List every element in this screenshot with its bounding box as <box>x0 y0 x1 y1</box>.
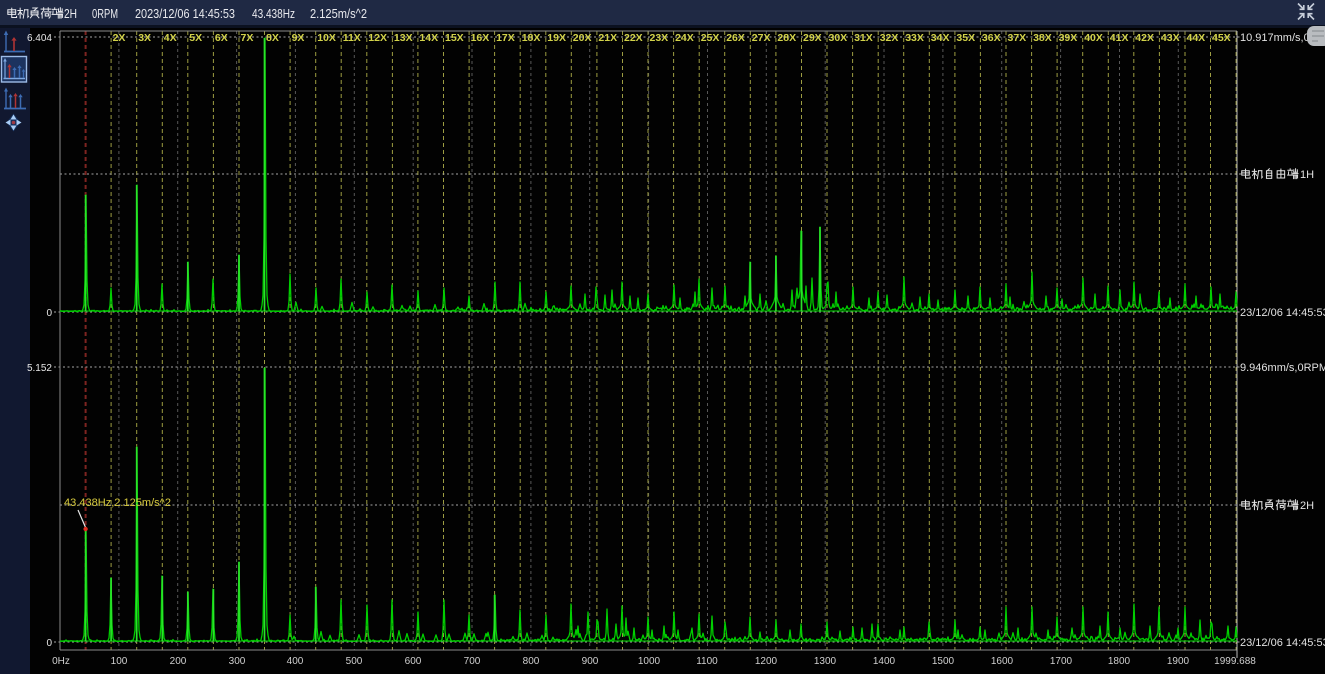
svg-text:37X: 37X <box>1008 32 1027 44</box>
svg-text:10X: 10X <box>317 32 336 44</box>
svg-text:0: 0 <box>46 638 52 649</box>
svg-text:2.125m/s^2: 2.125m/s^2 <box>310 7 367 21</box>
svg-text:2023/12/06 14:45:53: 2023/12/06 14:45:53 <box>135 7 235 21</box>
svg-text:20X: 20X <box>573 32 592 44</box>
svg-text:18X: 18X <box>522 32 541 44</box>
svg-text:25X: 25X <box>701 32 720 44</box>
svg-text:15X: 15X <box>445 32 464 44</box>
svg-text:1700: 1700 <box>1050 656 1073 667</box>
svg-text:11X: 11X <box>343 32 361 44</box>
svg-text:32X: 32X <box>880 32 899 44</box>
svg-text:43.438Hz,2.125m/s^2: 43.438Hz,2.125m/s^2 <box>64 497 171 509</box>
svg-text:1100: 1100 <box>696 656 718 667</box>
svg-text:21X: 21X <box>598 32 617 44</box>
svg-text:43X: 43X <box>1161 32 1180 44</box>
svg-text:23X: 23X <box>650 32 669 44</box>
svg-text:41X: 41X <box>1110 32 1129 44</box>
svg-text:14X: 14X <box>419 32 438 44</box>
svg-text:1300: 1300 <box>814 656 837 667</box>
svg-text:400: 400 <box>287 656 304 667</box>
svg-text:24X: 24X <box>675 32 694 44</box>
svg-text:9.946mm/s,0RPM: 9.946mm/s,0RPM <box>1240 362 1325 374</box>
svg-text:5.152: 5.152 <box>27 363 52 374</box>
svg-text:2H: 2H <box>1300 500 1314 512</box>
svg-text:1200: 1200 <box>755 656 778 667</box>
svg-text:29X: 29X <box>803 32 822 44</box>
svg-text:16X: 16X <box>471 32 490 44</box>
svg-text:900: 900 <box>582 656 599 667</box>
svg-text:7X: 7X <box>241 32 254 44</box>
svg-text:3X: 3X <box>138 32 151 44</box>
svg-text:1600: 1600 <box>991 656 1014 667</box>
svg-text:19X: 19X <box>547 32 566 44</box>
svg-text:23/12/06 14:45:53: 23/12/06 14:45:53 <box>1240 637 1325 649</box>
svg-text:8X: 8X <box>266 32 279 44</box>
svg-text:700: 700 <box>464 656 481 667</box>
svg-text:17X: 17X <box>496 32 515 44</box>
svg-text:4X: 4X <box>164 32 177 44</box>
svg-text:600: 600 <box>405 656 422 667</box>
svg-text:26X: 26X <box>726 32 745 44</box>
svg-text:0RPM: 0RPM <box>92 7 118 21</box>
svg-text:1900: 1900 <box>1167 656 1190 667</box>
svg-text:13X: 13X <box>394 32 413 44</box>
svg-text:43.438Hz: 43.438Hz <box>252 7 295 21</box>
svg-text:31X: 31X <box>854 32 873 44</box>
svg-text:1999.688: 1999.688 <box>1214 656 1256 667</box>
svg-text:42X: 42X <box>1135 32 1154 44</box>
svg-text:1400: 1400 <box>873 656 896 667</box>
svg-text:30X: 30X <box>829 32 848 44</box>
svg-text:2H: 2H <box>64 7 77 21</box>
svg-text:38X: 38X <box>1033 32 1052 44</box>
svg-text:1H: 1H <box>1300 169 1314 181</box>
svg-text:1800: 1800 <box>1108 656 1131 667</box>
svg-text:33X: 33X <box>905 32 924 44</box>
svg-text:100: 100 <box>111 656 128 667</box>
svg-text:9X: 9X <box>292 32 305 44</box>
svg-text:36X: 36X <box>982 32 1001 44</box>
svg-text:200: 200 <box>170 656 187 667</box>
svg-text:39X: 39X <box>1059 32 1078 44</box>
svg-text:27X: 27X <box>752 32 771 44</box>
svg-text:6.404: 6.404 <box>27 33 52 44</box>
svg-text:2X: 2X <box>113 32 126 44</box>
svg-text:12X: 12X <box>368 32 387 44</box>
svg-text:22X: 22X <box>624 32 643 44</box>
svg-text:1500: 1500 <box>932 656 955 667</box>
svg-text:6X: 6X <box>215 32 228 44</box>
svg-text:300: 300 <box>229 656 246 667</box>
svg-text:35X: 35X <box>956 32 975 44</box>
svg-text:40X: 40X <box>1084 32 1103 44</box>
svg-text:45X: 45X <box>1212 32 1231 44</box>
svg-text:800: 800 <box>523 656 540 667</box>
svg-text:500: 500 <box>346 656 363 667</box>
svg-text:34X: 34X <box>931 32 950 44</box>
svg-text:44X: 44X <box>1187 32 1206 44</box>
svg-text:0: 0 <box>46 308 52 319</box>
svg-text:5X: 5X <box>189 32 202 44</box>
svg-text:0Hz: 0Hz <box>52 656 70 667</box>
svg-text:28X: 28X <box>777 32 796 44</box>
svg-text:23/12/06 14:45:53: 23/12/06 14:45:53 <box>1240 307 1325 319</box>
svg-text:1000: 1000 <box>638 656 661 667</box>
